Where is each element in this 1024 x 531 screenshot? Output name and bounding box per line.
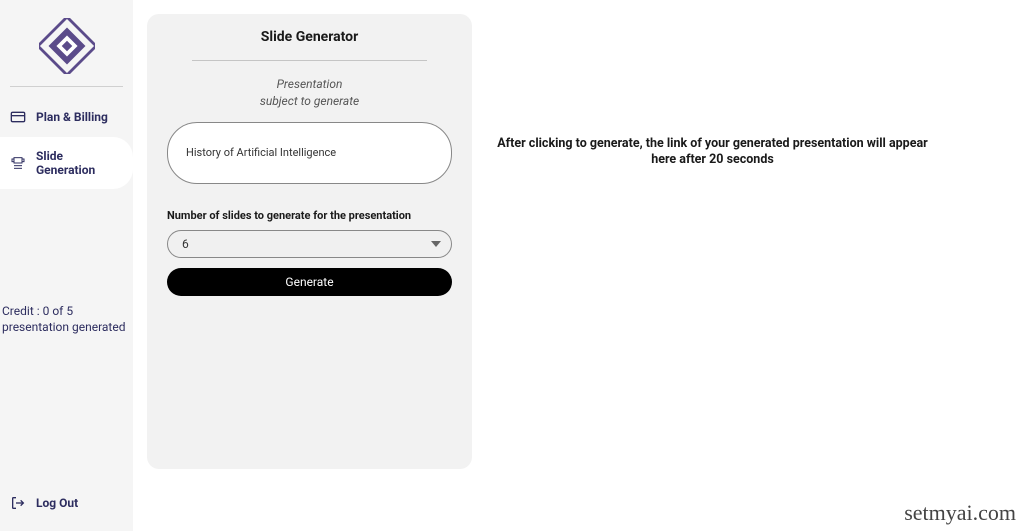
card-divider	[192, 60, 427, 61]
slides-count-select[interactable]: 6	[167, 230, 452, 258]
result-placeholder-text: After clicking to generate, the link of …	[485, 136, 940, 169]
nav-slide-generation[interactable]: Slide Generation	[0, 137, 133, 189]
credit-info: Credit : 0 of 5 presentation generated	[0, 304, 133, 335]
logout-icon	[10, 495, 26, 511]
sidebar: Plan & Billing Slide Generation Credit :…	[0, 0, 133, 531]
app-logo	[39, 18, 95, 74]
card-title: Slide Generator	[167, 29, 452, 45]
nav-label: Plan & Billing	[36, 110, 108, 124]
logo-container	[0, 0, 133, 86]
subtitle-line2: subject to generate	[260, 94, 359, 108]
slides-icon	[10, 155, 26, 171]
subtitle-line1: Presentation	[277, 77, 343, 91]
credit-card-icon	[10, 109, 26, 125]
slide-generator-card: Slide Generator Presentation subject to …	[147, 14, 472, 469]
card-subtitle: Presentation subject to generate	[167, 76, 452, 110]
nav-label: Slide Generation	[36, 149, 123, 177]
nav-plan-billing[interactable]: Plan & Billing	[0, 97, 133, 137]
generate-button[interactable]: Generate	[167, 268, 452, 296]
slides-count-label: Number of slides to generate for the pre…	[167, 209, 452, 222]
logout-label: Log Out	[36, 496, 78, 510]
logout-button[interactable]: Log Out	[0, 485, 133, 521]
watermark-text: setmyai.com	[904, 500, 1016, 526]
subject-input[interactable]	[167, 122, 452, 184]
sidebar-divider	[10, 86, 123, 87]
